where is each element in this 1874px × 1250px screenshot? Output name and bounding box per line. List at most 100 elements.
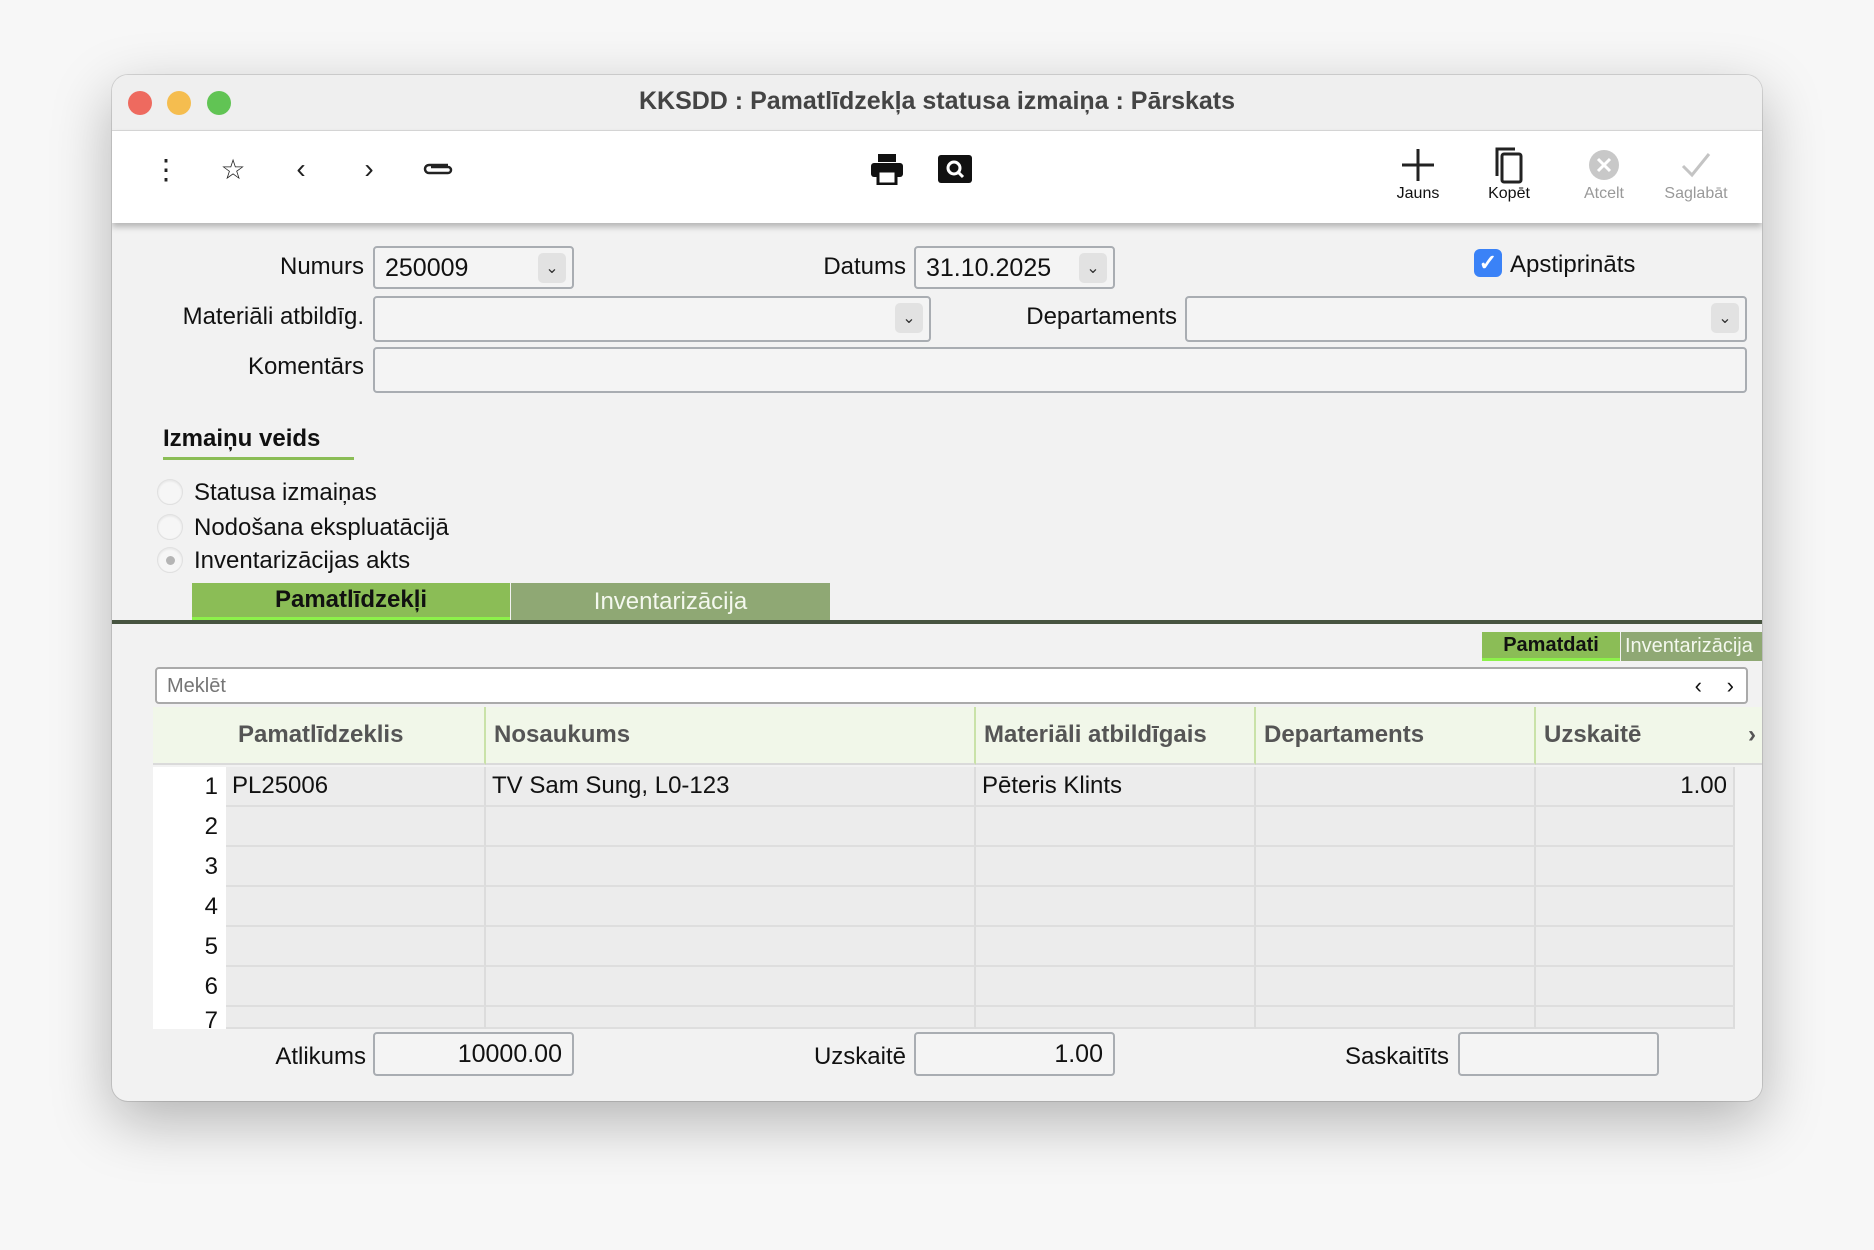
komentars-input[interactable]: [373, 347, 1747, 393]
copy-icon: [1469, 145, 1549, 185]
table-cell[interactable]: [226, 887, 486, 927]
numurs-select[interactable]: 250009 ⌄: [373, 246, 574, 289]
copy-button[interactable]: Kopēt: [1469, 145, 1549, 203]
table-cell[interactable]: [1536, 887, 1735, 927]
row-number: 3: [153, 847, 226, 887]
chevron-right-icon[interactable]: ›: [351, 151, 387, 187]
table-cell[interactable]: [226, 1007, 486, 1029]
window-title: KKSDD : Pamatlīdzekļa statusa izmaiņa : …: [638, 87, 1236, 115]
table-cell[interactable]: [976, 1007, 1256, 1029]
column-header-label: Uzskaitē: [1544, 721, 1642, 748]
atlikums-field[interactable]: 10000.00: [373, 1032, 574, 1076]
table-cell[interactable]: [486, 967, 976, 1007]
plus-icon: [1378, 145, 1458, 185]
chevron-down-icon[interactable]: ⌄: [1711, 303, 1739, 333]
row-number: 1: [153, 767, 226, 807]
row-number: 5: [153, 927, 226, 967]
table-cell[interactable]: [226, 807, 486, 847]
table-cell[interactable]: [486, 807, 976, 847]
radio-nodosana-ekspluatacija[interactable]: [157, 514, 183, 540]
table-cell[interactable]: [976, 807, 1256, 847]
apstiprinats-label: Apstiprināts: [1510, 251, 1636, 278]
table-cell[interactable]: Pēteris Klints: [976, 767, 1256, 807]
chevron-down-icon[interactable]: ⌄: [1079, 253, 1107, 283]
table-cell[interactable]: [1536, 847, 1735, 887]
scroll-right-icon[interactable]: ›: [1727, 673, 1734, 699]
row-number: 2: [153, 807, 226, 847]
row-number: 4: [153, 887, 226, 927]
cancel-button[interactable]: Atcelt: [1564, 145, 1644, 203]
table-cell[interactable]: [976, 927, 1256, 967]
table-cell[interactable]: [226, 967, 486, 1007]
atlikums-label: Atlikums: [275, 1043, 366, 1070]
printer-icon[interactable]: [869, 151, 905, 187]
materiali-select[interactable]: ⌄: [373, 296, 931, 342]
table-cell[interactable]: [486, 847, 976, 887]
chevron-down-icon[interactable]: ⌄: [538, 253, 566, 283]
table-cell[interactable]: PL25006: [226, 767, 486, 807]
column-header-uzskaite[interactable]: Uzskaitē ›: [1536, 707, 1762, 765]
table-cell[interactable]: [1256, 767, 1536, 807]
table-cell[interactable]: [1256, 847, 1536, 887]
datums-value: 31.10.2025: [926, 254, 1052, 282]
star-icon[interactable]: ☆: [215, 151, 251, 187]
new-button[interactable]: Jauns: [1378, 145, 1458, 203]
tab-inventarizacija[interactable]: Inventarizācija: [511, 583, 830, 620]
table-cell[interactable]: [1536, 807, 1735, 847]
column-header-materiali-atbildigais[interactable]: Materiāli atbildīgais: [976, 707, 1256, 765]
chevron-down-icon[interactable]: ⌄: [895, 303, 923, 333]
table-cell[interactable]: [1536, 967, 1735, 1007]
table-cell[interactable]: [1256, 807, 1536, 847]
subtab-pamatdati[interactable]: Pamatdati: [1482, 632, 1620, 661]
search-preview-icon[interactable]: [937, 151, 973, 187]
table-cell[interactable]: [1536, 927, 1735, 967]
table-cell[interactable]: [976, 887, 1256, 927]
tab-divider: [112, 620, 1762, 624]
radio-statusa-izmainas[interactable]: [157, 479, 183, 505]
scroll-left-icon[interactable]: ‹: [1695, 673, 1702, 699]
search-input[interactable]: [157, 669, 1657, 704]
paperclip-icon[interactable]: [419, 151, 455, 187]
table-cell[interactable]: [486, 887, 976, 927]
tab-pamatlidzekli[interactable]: Pamatlīdzekļi: [192, 583, 510, 620]
app-window: KKSDD : Pamatlīdzekļa statusa izmaiņa : …: [112, 75, 1762, 1101]
radio-label: Statusa izmaiņas: [194, 479, 377, 506]
table-cell[interactable]: [976, 967, 1256, 1007]
table-cell[interactable]: [1256, 1007, 1536, 1029]
table-cell[interactable]: [1256, 887, 1536, 927]
saskaitits-label: Saskaitīts: [1344, 1043, 1449, 1070]
column-header-nosaukums[interactable]: Nosaukums: [486, 707, 976, 765]
apstiprinats-checkbox[interactable]: ✓: [1474, 249, 1502, 277]
toolbar: ⋮ ☆ ‹ › Jauns Kopēt Atcelt Saglabāt: [112, 131, 1762, 223]
chevron-left-icon[interactable]: ‹: [283, 151, 319, 187]
table-cell[interactable]: [976, 847, 1256, 887]
table-cell[interactable]: TV Sam Sung, L0-123: [486, 767, 976, 807]
cancel-icon: [1564, 145, 1644, 185]
radio-label: Nodošana ekspluatācijā: [194, 514, 449, 541]
table-cell[interactable]: [1256, 927, 1536, 967]
table-cell[interactable]: 1.00: [1536, 767, 1735, 807]
departaments-select[interactable]: ⌄: [1185, 296, 1747, 342]
search-bar: ‹ ›: [155, 667, 1748, 704]
datums-select[interactable]: 31.10.2025 ⌄: [914, 246, 1115, 289]
table-cell[interactable]: [226, 847, 486, 887]
table-cell[interactable]: [1536, 1007, 1735, 1029]
check-icon: [1656, 145, 1736, 185]
uzskaite-field[interactable]: 1.00: [914, 1032, 1115, 1076]
numurs-value: 250009: [385, 254, 469, 282]
column-header-pamatlidzeklis[interactable]: Pamatlīdzeklis: [153, 707, 486, 765]
table-cell[interactable]: [486, 927, 976, 967]
table-cell[interactable]: [486, 1007, 976, 1029]
row-number: 7: [153, 1007, 226, 1029]
subtab-inventarizacija[interactable]: Inventarizācija: [1621, 632, 1762, 661]
column-header-departaments[interactable]: Departaments: [1256, 707, 1536, 765]
radio-inventarizacijas-akts[interactable]: [157, 547, 183, 573]
saskaitits-field[interactable]: [1458, 1032, 1659, 1076]
izmainu-veids-heading: Izmaiņu veids: [163, 425, 354, 460]
save-button[interactable]: Saglabāt: [1656, 145, 1736, 203]
table-cell[interactable]: [226, 927, 486, 967]
more-vertical-icon[interactable]: ⋮: [148, 151, 184, 187]
chevron-right-icon[interactable]: ›: [1748, 721, 1756, 749]
row-number: 6: [153, 967, 226, 1007]
table-cell[interactable]: [1256, 967, 1536, 1007]
